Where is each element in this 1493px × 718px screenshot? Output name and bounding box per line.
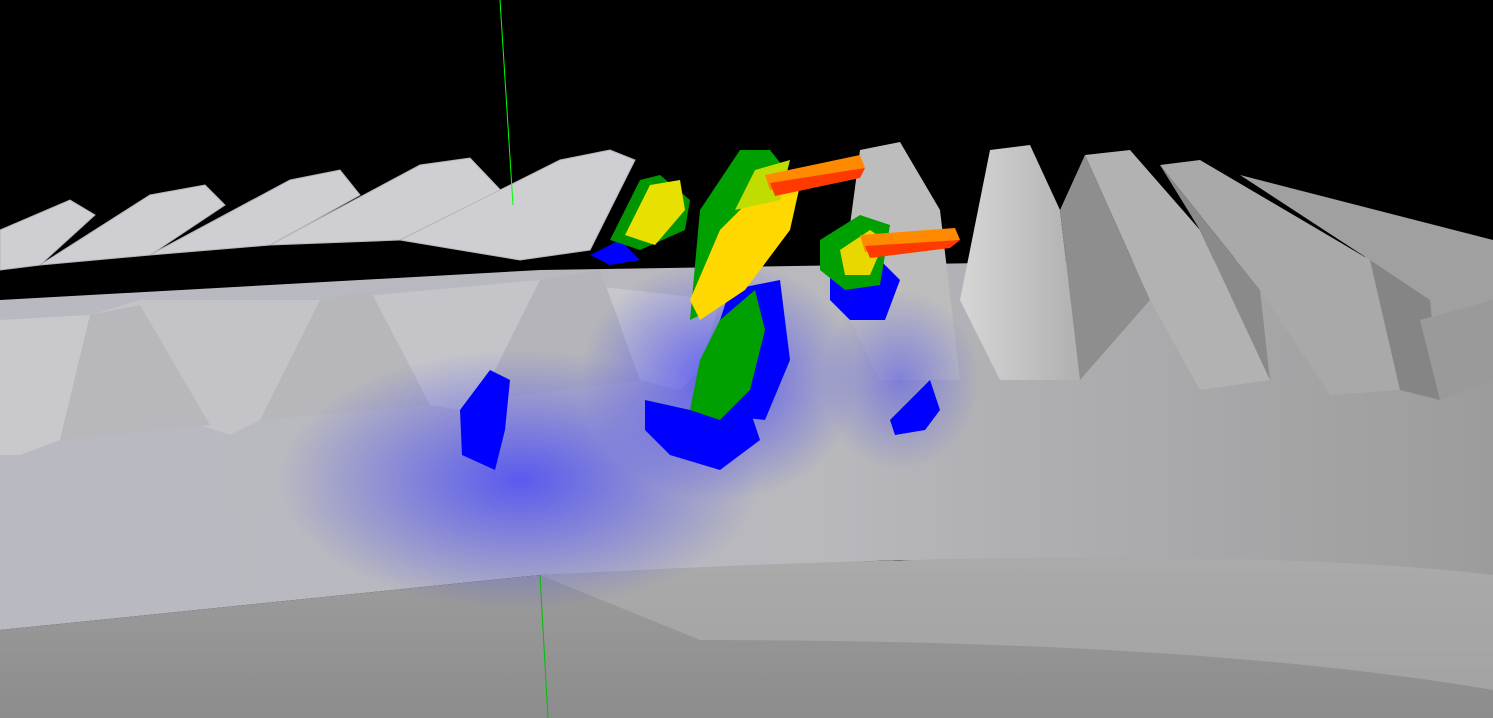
gear-render xyxy=(0,0,1493,718)
axis-line-top xyxy=(499,0,514,206)
gear-teeth-back xyxy=(0,149,636,271)
3d-viewport[interactable] xyxy=(0,0,1493,718)
